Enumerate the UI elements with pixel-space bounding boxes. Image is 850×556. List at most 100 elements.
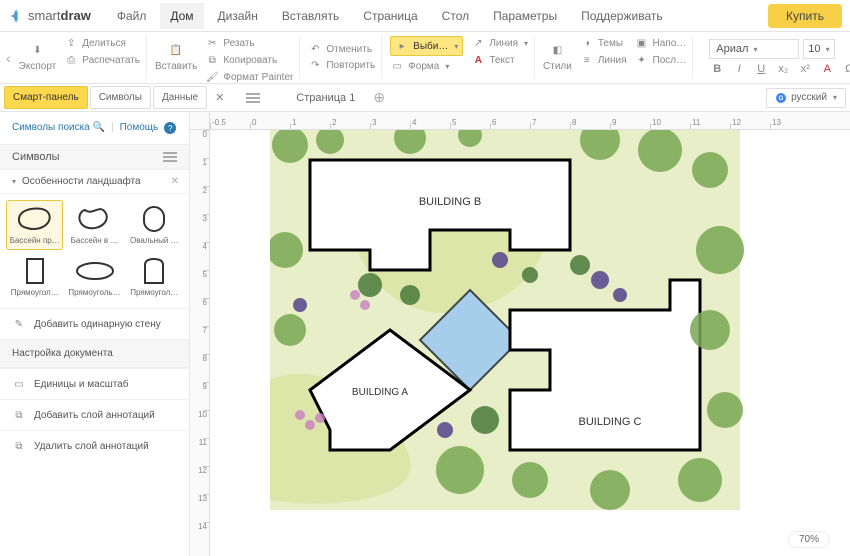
effects-button[interactable]: ✦Посл… <box>635 53 687 67</box>
help-icon[interactable]: ? <box>164 122 176 134</box>
buy-button[interactable]: Купить <box>768 4 842 28</box>
subscript-button[interactable]: x₂ <box>775 61 791 77</box>
menu-insert[interactable]: Вставлять <box>272 3 349 29</box>
add-wall-action[interactable]: ✎ Добавить одинарную стену <box>0 308 189 339</box>
remove-anno-layer-action[interactable]: ⧉ Удалить слой аннотаций <box>0 430 189 461</box>
symbol-pool-kidney[interactable]: Бассейн в … <box>65 200 123 250</box>
symbol-pool-freeform[interactable]: Бассейн пр… <box>6 200 63 250</box>
shape-tool[interactable]: ▭Форма▾ <box>390 59 463 73</box>
font-select[interactable]: Ариал ▾ <box>709 39 799 59</box>
ruler-icon: ▭ <box>12 377 26 391</box>
font-color-button[interactable]: A <box>819 61 835 77</box>
ruler-horizontal: -0.5012345678910111213 <box>210 112 850 130</box>
styles-icon: ◧ <box>550 43 564 57</box>
text-icon: A <box>471 53 485 67</box>
doc-settings-header: Настройка документа <box>0 339 189 368</box>
language-select[interactable]: G русский▾ <box>766 88 846 108</box>
ribbon: ‹ ⬇ Экспорт ⇪Делиться ⎙Распечатать 📋 Вст… <box>0 32 850 84</box>
layer-add-icon: ⧉ <box>12 408 26 422</box>
symbols-menu-icon[interactable] <box>163 152 177 162</box>
symbol-button[interactable]: Ω <box>841 61 850 77</box>
google-icon: G <box>775 92 787 104</box>
symbol-rect-2[interactable]: Прямоуголь… <box>65 252 123 302</box>
superscript-button[interactable]: x² <box>797 61 813 77</box>
paste-button[interactable]: 📋 Вставить <box>155 36 197 79</box>
format-painter-button[interactable]: 🖌Формат Painter <box>205 70 293 84</box>
text-tool[interactable]: AТекст <box>471 53 528 67</box>
menu-support[interactable]: Поддерживать <box>571 3 673 29</box>
menu-home[interactable]: Дом <box>160 3 203 29</box>
logo-icon <box>8 8 24 24</box>
brush-icon: 🖌 <box>205 70 219 84</box>
clipboard-icon: 📋 <box>169 43 183 57</box>
landscape-plan: BUILDING B BUILDING A BUILDING C <box>270 130 750 550</box>
share-button[interactable]: ⇪Делиться <box>64 36 140 50</box>
line-icon: ↗ <box>471 36 485 50</box>
redo-icon: ↷ <box>308 59 322 73</box>
palette-icon: ◑ <box>580 36 594 50</box>
drawing-canvas[interactable]: BUILDING B BUILDING A BUILDING C <box>210 130 850 556</box>
menubar: smartdraw Файл Дом Дизайн Вставлять Стра… <box>0 0 850 32</box>
sidebar: Символы поиска 🔍 | Помощь ? Символы ▾ Ос… <box>0 112 190 556</box>
undo-button[interactable]: ↶Отменить <box>308 43 375 57</box>
tab-data[interactable]: Данные <box>153 86 207 109</box>
print-button[interactable]: ⎙Распечатать <box>64 53 140 67</box>
line-style-button[interactable]: ≡Линия <box>580 53 627 67</box>
italic-button[interactable]: I <box>731 61 747 77</box>
menu-design[interactable]: Дизайн <box>208 3 268 29</box>
pencil-icon: ✎ <box>12 317 26 331</box>
download-icon: ⬇ <box>30 43 44 57</box>
search-symbols-link[interactable]: Символы поиска 🔍 <box>12 122 105 134</box>
chevron-down-icon: ▾ <box>12 177 16 186</box>
ruler-corner <box>190 112 210 130</box>
add-page-button[interactable]: ⊕ <box>373 89 385 106</box>
svg-text:BUILDING A: BUILDING A <box>352 387 408 398</box>
undo-icon: ↶ <box>308 43 322 57</box>
tab-smart-panel[interactable]: Смарт-панель <box>4 86 88 109</box>
cut-button[interactable]: ✂Резать <box>205 36 293 50</box>
close-category-icon[interactable]: ✕ <box>171 176 179 187</box>
help-link[interactable]: Помощь <box>120 122 159 134</box>
tab-strip: Смарт-панель Символы Данные ✕ Страница 1… <box>0 84 850 112</box>
menu-options[interactable]: Параметры <box>483 3 567 29</box>
menu-table[interactable]: Стол <box>432 3 479 29</box>
fill-button[interactable]: ▣Напо… <box>635 36 687 50</box>
close-panel[interactable]: ✕ <box>209 86 230 109</box>
symbol-pool-oval[interactable]: Овальный … <box>126 200 183 250</box>
symbol-category[interactable]: ▾ Особенности ландшафта ✕ <box>0 170 189 194</box>
line-style-icon: ≡ <box>580 53 594 67</box>
fill-icon: ▣ <box>635 36 649 50</box>
redo-button[interactable]: ↷Повторить <box>308 59 375 73</box>
symbol-rect-1[interactable]: Прямоугол… <box>6 252 63 302</box>
share-icon: ⇪ <box>64 36 78 50</box>
svg-text:BUILDING B: BUILDING B <box>419 196 481 208</box>
bold-button[interactable]: B <box>709 61 725 77</box>
svg-text:BUILDING C: BUILDING C <box>579 416 642 428</box>
add-anno-layer-action[interactable]: ⧉ Добавить слой аннотаций <box>0 399 189 430</box>
select-tool[interactable]: ▸Выби…▾ <box>390 36 463 56</box>
line-tool[interactable]: ↗Линия▾ <box>471 36 528 50</box>
panel-list-icon[interactable] <box>246 93 260 103</box>
shape-icon: ▭ <box>390 59 404 73</box>
copy-button[interactable]: ⧉Копировать <box>205 53 293 67</box>
menu-file[interactable]: Файл <box>107 3 157 29</box>
cursor-icon: ▸ <box>395 39 409 53</box>
menu-page[interactable]: Страница <box>353 3 427 29</box>
brand-logo: smartdraw <box>8 8 91 24</box>
zoom-level[interactable]: 70% <box>788 531 830 548</box>
units-scale-action[interactable]: ▭ Единицы и масштаб <box>0 368 189 399</box>
star-icon: ✦ <box>635 53 649 67</box>
canvas-area: -0.5012345678910111213 01234567891011121… <box>190 112 850 556</box>
ribbon-prev[interactable]: ‹ <box>6 36 11 79</box>
tab-symbols[interactable]: Символы <box>90 86 151 109</box>
main-area: Символы поиска 🔍 | Помощь ? Символы ▾ Ос… <box>0 112 850 556</box>
font-size-select[interactable]: 10 ▾ <box>803 39 835 59</box>
scissors-icon: ✂ <box>205 36 219 50</box>
styles-button[interactable]: ◧ Стили <box>543 36 572 79</box>
underline-button[interactable]: U <box>753 61 769 77</box>
doc-tab-page1[interactable]: Страница 1 <box>286 88 365 108</box>
themes-button[interactable]: ◑Темы <box>580 36 627 50</box>
copy-icon: ⧉ <box>205 53 219 67</box>
export-button[interactable]: ⬇ Экспорт <box>19 36 57 79</box>
symbol-rect-3[interactable]: Прямоугол… <box>126 252 183 302</box>
